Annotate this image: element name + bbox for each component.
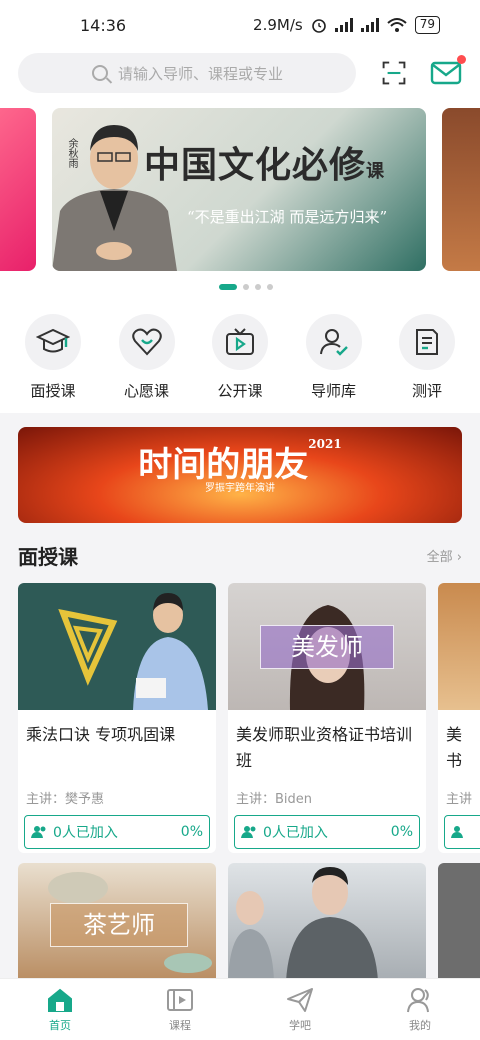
section-title: 面授课 xyxy=(18,544,78,569)
search-input[interactable]: 请输入导师、课程或专业 xyxy=(18,53,356,93)
category-open-course[interactable]: 公开课 xyxy=(209,313,271,401)
tab-mine[interactable]: 我的 xyxy=(360,979,480,1040)
join-status[interactable]: 0人已加入 0% xyxy=(234,815,420,849)
course-card[interactable]: 茶艺师 xyxy=(18,863,216,981)
people-icon xyxy=(31,826,46,838)
join-status[interactable]: 0人已加入 0% xyxy=(24,815,210,849)
tab-label: 学吧 xyxy=(289,1018,311,1032)
tv-play-icon xyxy=(212,313,268,370)
wifi-icon xyxy=(387,18,407,32)
course-teacher: 主讲 xyxy=(446,792,473,807)
document-icon xyxy=(399,313,455,370)
indicator-dot xyxy=(255,284,261,290)
course-thumbnail: 美发师 xyxy=(228,583,426,710)
category-teacher-library[interactable]: 导师库 xyxy=(303,313,365,401)
section-header: 面授课 全部 › xyxy=(0,527,480,583)
banner-tag: 余秋雨 xyxy=(66,138,77,168)
course-image-label: 茶艺师 xyxy=(50,903,188,947)
indicator-dot-active xyxy=(219,284,237,290)
mortarboard-icon xyxy=(25,313,81,370)
people-icon xyxy=(451,826,463,838)
tab-label: 首页 xyxy=(49,1018,71,1032)
banner-slide-next[interactable] xyxy=(442,108,480,271)
course-card[interactable]: 乘法口诀 专项巩固课 主讲：樊予惠 0人已加入 0% xyxy=(18,583,216,853)
course-card[interactable] xyxy=(228,863,426,981)
banner-carousel[interactable]: 余秋雨 中国文化必修课 “不是重出江湖 而是远方归来” xyxy=(0,108,480,273)
course-play-icon xyxy=(167,988,193,1011)
battery-icon: 79 xyxy=(414,16,440,34)
category-wish-course[interactable]: 心愿课 xyxy=(116,313,178,401)
course-card[interactable]: 美发师 美发师职业资格证书培训班 主讲：Biden 0人已加入 0% xyxy=(228,583,426,853)
mail-icon xyxy=(430,61,462,85)
banner-title: 中国文化必修课 xyxy=(144,144,386,186)
signal-icon xyxy=(334,18,353,32)
course-progress: 0% xyxy=(180,824,203,840)
view-all-link[interactable]: 全部 › xyxy=(427,546,462,565)
category-face-course[interactable]: 面授课 xyxy=(22,313,84,401)
category-label: 面授课 xyxy=(30,381,76,400)
scan-icon[interactable] xyxy=(382,58,406,88)
joined-count: 0人已加入 xyxy=(263,825,328,841)
tab-home[interactable]: 首页 xyxy=(0,979,120,1040)
course-card-partial[interactable]: 美书 主讲 xyxy=(438,583,480,853)
banner-slide-prev[interactable] xyxy=(0,108,36,271)
course-image-label: 美发师 xyxy=(260,625,394,669)
tab-label: 我的 xyxy=(409,1018,431,1032)
status-time: 14:36 xyxy=(80,15,127,35)
course-progress: 0% xyxy=(390,824,413,840)
header: 14:36 2.9M/s 79 请输入导师、课程或专业 余秋雨 中国文化必修课 … xyxy=(0,0,480,413)
course-teacher: 主讲：Biden xyxy=(236,792,313,807)
course-list-row-2: 茶艺师 xyxy=(0,863,480,983)
tab-label: 课程 xyxy=(169,1018,191,1032)
category-label: 测评 xyxy=(411,381,442,400)
teacher-check-icon xyxy=(305,313,362,370)
status-icons: 2.9M/s 79 xyxy=(253,16,440,34)
category-nav: 面授课 心愿课 公开课 导师库 测评 xyxy=(0,301,480,413)
carousel-indicator xyxy=(0,273,480,301)
banner-subtitle: “不是重出江湖 而是远方归来” xyxy=(187,208,388,226)
course-title: 美书 xyxy=(446,725,463,770)
course-thumbnail xyxy=(438,583,480,710)
search-icon xyxy=(92,65,108,81)
message-button[interactable] xyxy=(430,55,466,87)
lecturer-photo xyxy=(52,125,177,271)
indicator-dot xyxy=(243,284,249,290)
tab-study[interactable]: 学吧 xyxy=(240,979,360,1040)
banner-slide-current[interactable]: 余秋雨 中国文化必修课 “不是重出江湖 而是远方归来” xyxy=(52,108,426,271)
notification-dot xyxy=(457,55,466,64)
joined-count: 0人已加入 xyxy=(53,825,118,841)
search-placeholder: 请输入导师、课程或专业 xyxy=(118,64,284,83)
course-title: 乘法口诀 专项巩固课 xyxy=(26,725,176,744)
home-icon xyxy=(48,988,72,1012)
alarm-icon xyxy=(311,19,326,33)
promo-banner[interactable]: 时间的朋友2021 罗振宇跨年演讲 xyxy=(18,427,462,523)
indicator-dot xyxy=(267,284,273,290)
heart-icon xyxy=(118,313,175,370)
paper-plane-icon xyxy=(287,987,313,1012)
course-card-partial[interactable] xyxy=(438,863,480,981)
course-thumbnail xyxy=(18,583,216,710)
course-title: 美发师职业资格证书培训班 xyxy=(236,725,413,770)
people-icon xyxy=(241,826,256,838)
net-speed: 2.9M/s xyxy=(253,16,303,34)
category-label: 导师库 xyxy=(310,381,356,400)
signal-icon-2 xyxy=(360,18,379,32)
category-label: 公开课 xyxy=(217,381,263,400)
category-assessment[interactable]: 测评 xyxy=(396,313,458,401)
profile-icon xyxy=(407,987,429,1012)
course-teacher: 主讲：樊予惠 xyxy=(26,792,105,807)
category-label: 心愿课 xyxy=(123,381,169,400)
course-list: 乘法口诀 专项巩固课 主讲：樊予惠 0人已加入 0% 美发师 美发师职业资格证书… xyxy=(0,583,480,857)
status-bar: 14:36 2.9M/s 79 xyxy=(0,0,480,50)
tab-courses[interactable]: 课程 xyxy=(120,979,240,1040)
search-row: 请输入导师、课程或专业 xyxy=(0,50,480,96)
promo-subtitle: 罗振宇跨年演讲 xyxy=(205,483,275,494)
join-status[interactable] xyxy=(444,815,480,849)
bottom-tab-bar: 首页 课程 学吧 我的 xyxy=(0,978,480,1040)
